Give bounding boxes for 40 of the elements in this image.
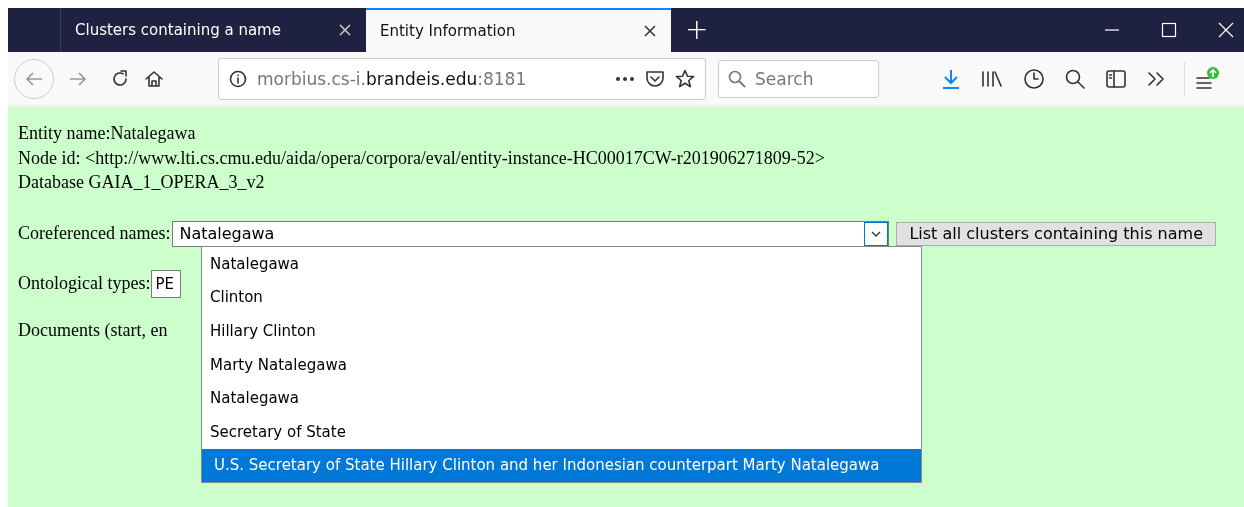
dropdown-option[interactable]: Natalegawa bbox=[202, 247, 921, 281]
arrow-left-icon bbox=[24, 69, 44, 88]
dropdown-option[interactable]: Natalegawa bbox=[202, 381, 921, 415]
sidebar-icon[interactable] bbox=[1105, 68, 1127, 89]
chevrons-right-icon[interactable] bbox=[1146, 69, 1166, 88]
star-icon[interactable] bbox=[675, 68, 695, 89]
types-select[interactable]: PE bbox=[151, 269, 182, 298]
reload-icon[interactable] bbox=[110, 68, 130, 89]
close-icon[interactable] bbox=[643, 24, 657, 38]
menu-icon[interactable] bbox=[1195, 65, 1219, 92]
entity-name-text: Entity name:Natalegawa bbox=[18, 122, 196, 145]
maximize-icon[interactable] bbox=[1161, 22, 1177, 38]
url-text: morbius.cs-i.brandeis.edu:8181 bbox=[257, 68, 527, 89]
clock-icon[interactable] bbox=[1023, 67, 1045, 90]
dropdown-option[interactable]: Hillary Clinton bbox=[202, 314, 921, 348]
search-field[interactable]: Search bbox=[718, 59, 879, 98]
coreferenced-label: Coreferenced names: bbox=[18, 223, 171, 244]
more-icon[interactable] bbox=[615, 75, 635, 82]
arrow-right-icon[interactable] bbox=[68, 69, 88, 88]
home-icon[interactable] bbox=[144, 68, 164, 89]
dropdown-option[interactable]: Clinton bbox=[202, 280, 921, 315]
browser-tab[interactable]: Entity Information bbox=[366, 8, 671, 52]
documents-label: Documents (start, en bbox=[18, 319, 168, 341]
list-clusters-button[interactable]: List all clusters containing this name bbox=[896, 221, 1216, 246]
browser-tab[interactable]: Clusters containing a name bbox=[61, 8, 366, 52]
library-icon[interactable] bbox=[980, 68, 1004, 89]
database-text: Database GAIA_1_OPERA_3_v2 bbox=[18, 171, 265, 194]
names-select[interactable]: Natalegawa bbox=[172, 220, 890, 247]
dropdown-option[interactable]: Secretary of State bbox=[202, 414, 921, 449]
new-tab-button[interactable]: + bbox=[671, 8, 723, 52]
pocket-icon[interactable] bbox=[645, 69, 665, 88]
download-icon[interactable] bbox=[941, 67, 961, 90]
search-icon[interactable] bbox=[1064, 67, 1086, 90]
node-id-text: Node id: <http://www.lti.cs.cmu.edu/aida/opera/corpora/eval/entity-instance-HC00017CW-r201906271809-52> bbox=[18, 146, 825, 170]
chevron-down-icon bbox=[871, 230, 882, 237]
ontological-label: Ontological types: bbox=[18, 273, 151, 294]
dropdown-option[interactable]: Marty Natalegawa bbox=[202, 347, 921, 382]
url-field[interactable]: morbius.cs-i.brandeis.edu:8181 bbox=[218, 57, 706, 100]
info-icon bbox=[229, 69, 247, 88]
dropdown-option[interactable]: U.S. Secretary of State Hillary Clinton and her Indonesian counterpart Marty Natalegawa bbox=[202, 448, 921, 483]
